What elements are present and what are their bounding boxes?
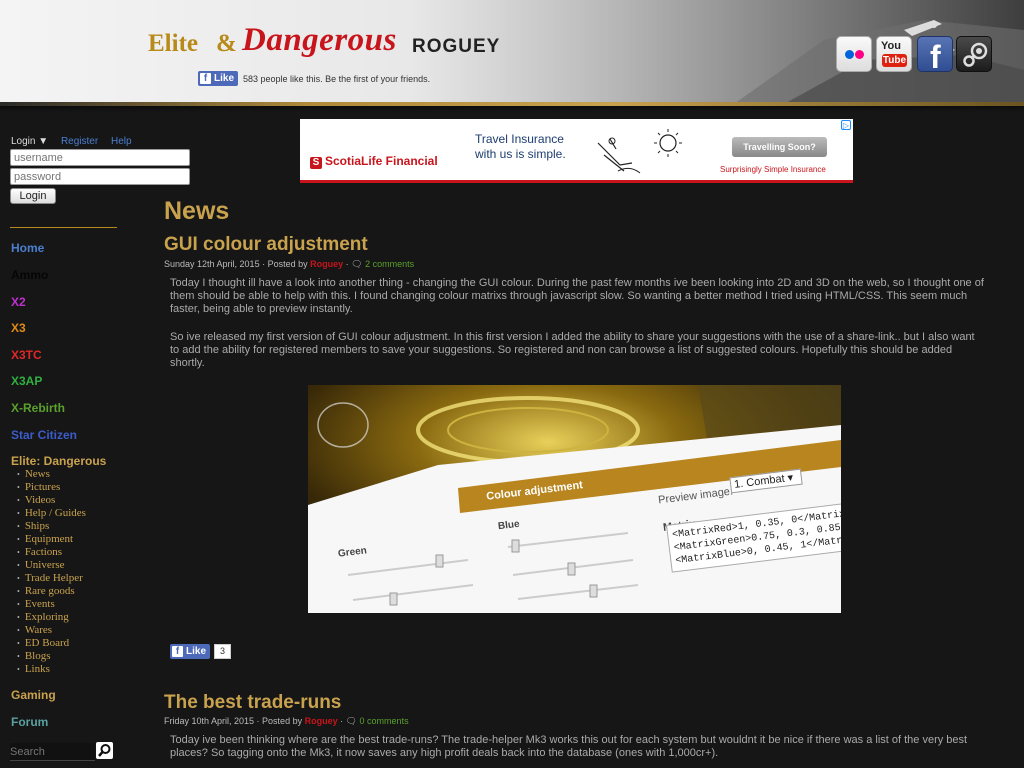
comment-icon: 🗨 <box>345 716 358 726</box>
ad-cta-button[interactable]: Travelling Soon? <box>732 137 827 157</box>
flickr-icon[interactable] <box>836 36 872 72</box>
post-title[interactable]: GUI colour adjustment <box>164 234 368 256</box>
login-dropdown[interactable]: Login ▼ <box>11 136 48 147</box>
post-paragraph: So ive released my first version of GUI … <box>170 331 975 370</box>
facebook-icon: f <box>200 73 211 84</box>
nav-item-gaming[interactable]: Gaming <box>11 688 56 702</box>
nav-item-elite-dangerous[interactable]: Elite: Dangerous <box>11 454 106 468</box>
nav-item-x-rebirth[interactable]: X-Rebirth <box>11 401 65 415</box>
post-comments-link[interactable]: 2 comments <box>365 259 414 269</box>
subnav-item-ed-board[interactable]: ED Board <box>17 637 86 650</box>
sidebar: Login ▼ Register Help Login Home Ammo X2 X3… <box>0 112 190 768</box>
youtube-icon[interactable]: You Tube <box>876 36 912 72</box>
logo-dangerous-text: Dangerous <box>242 22 397 58</box>
facebook-letter: f <box>930 39 941 75</box>
post-facebook-like: f Like 3 <box>170 644 232 659</box>
post-facebook-like-button[interactable]: f Like <box>170 644 211 659</box>
post-screenshot-image[interactable]: Colour adjustment Preview image: 1. Comb… <box>308 385 841 613</box>
page-title: News <box>164 197 230 225</box>
nav-item-x3tc[interactable]: X3TC <box>11 348 42 362</box>
nav-item-x3[interactable]: X3 <box>11 321 26 335</box>
subnav-item-links[interactable]: Links <box>17 663 86 676</box>
subnav-item-videos[interactable]: Videos <box>17 494 86 507</box>
ad-brand-logo: S ScotiaLife Financial <box>310 154 438 169</box>
subnav-item-blogs[interactable]: Blogs <box>17 650 86 663</box>
comment-icon: 🗨 <box>351 259 363 269</box>
post-paragraph: Today ive been thinking where are the be… <box>170 734 968 760</box>
nav-item-home[interactable]: Home <box>11 241 44 255</box>
nav-item-forum[interactable]: Forum <box>11 715 48 729</box>
post-date: Friday 10th April, 2015 · Posted by <box>164 716 305 726</box>
login-links: Login ▼ Register Help <box>11 136 132 147</box>
ad-banner[interactable]: S ScotiaLife Financial Travel Insurance w… <box>300 119 853 183</box>
nav-item-x3ap[interactable]: X3AP <box>11 374 42 388</box>
subnav-item-universe[interactable]: Universe <box>17 559 86 572</box>
nav-item-x2[interactable]: X2 <box>11 295 26 309</box>
facebook-like-count-text: 583 people like this. Be the first of yo… <box>243 73 431 84</box>
username-input[interactable] <box>10 149 190 166</box>
subnav-item-equipment[interactable]: Equipment <box>17 533 86 546</box>
subnav-item-trade-helper[interactable]: Trade Helper <box>17 572 86 585</box>
post-date: Sunday 12th April, 2015 · Posted by <box>164 259 311 269</box>
subnav-item-exploring[interactable]: Exploring <box>17 611 86 624</box>
post-meta: Sunday 12th April, 2015 · Posted by Rogu… <box>164 259 414 270</box>
help-link[interactable]: Help <box>111 136 132 147</box>
subnav-item-ships[interactable]: Ships <box>17 520 86 533</box>
facebook-page-icon[interactable]: f <box>917 36 953 75</box>
ad-headline-line1: Travel Insurance <box>475 132 564 146</box>
ad-brand-mark: S <box>310 157 322 169</box>
elite-dangerous-subnav: News Pictures Videos Help / Guides Ships… <box>17 468 86 676</box>
youtube-text-bottom: Tube <box>882 54 907 67</box>
sidebar-divider <box>10 227 117 228</box>
subnav-item-help-guides[interactable]: Help / Guides <box>17 507 86 520</box>
steam-icon[interactable] <box>956 36 992 72</box>
ad-headline-line2: with us is simple. <box>475 147 566 161</box>
subnav-item-events[interactable]: Events <box>17 598 86 611</box>
post-comments-link[interactable]: 0 comments <box>360 716 409 726</box>
ad-brand-name: ScotiaLife Financial <box>325 154 438 168</box>
post-paragraph: Today I thought ill have a look into ano… <box>170 277 984 316</box>
ad-beach-chair-illustration <box>597 129 682 174</box>
post-meta: Friday 10th April, 2015 · Posted by Rogu… <box>164 716 409 727</box>
facebook-like-label: Like <box>214 73 235 84</box>
ad-choices-icon[interactable]: ▷ <box>841 120 851 130</box>
post-meta-sep: · <box>337 716 346 726</box>
post-like-label: Like <box>186 646 207 657</box>
logo-elite-text: Elite <box>148 30 198 57</box>
ad-tagline: Surprisingly Simple Insurance <box>720 165 826 174</box>
nav-item-ammo[interactable]: Ammo <box>11 268 48 282</box>
logo-ampersand: & <box>216 30 237 57</box>
password-input[interactable] <box>10 168 190 185</box>
subnav-item-pictures[interactable]: Pictures <box>17 481 86 494</box>
subnav-item-wares[interactable]: Wares <box>17 624 86 637</box>
post-meta-sep: · <box>343 259 352 269</box>
post-author-link[interactable]: Roguey <box>305 716 338 726</box>
youtube-text-top: You <box>881 40 901 52</box>
post-author-link[interactable]: Roguey <box>310 259 343 269</box>
search-icon[interactable] <box>96 742 113 759</box>
facebook-like-widget: f Like 583 people like this. Be the firs… <box>198 71 430 86</box>
subnav-item-news[interactable]: News <box>17 468 86 481</box>
login-button[interactable]: Login <box>10 188 56 204</box>
nav-item-star-citizen[interactable]: Star Citizen <box>11 428 77 442</box>
register-link[interactable]: Register <box>61 136 98 147</box>
facebook-icon: f <box>172 646 183 657</box>
facebook-like-button[interactable]: f Like <box>198 71 239 86</box>
logo-roguey-text: ROGUEY <box>412 36 501 57</box>
site-header: Elite & Dangerous ROGUEY f Like 583 peop… <box>0 0 1024 104</box>
post-title[interactable]: The best trade-runs <box>164 692 341 714</box>
subnav-item-rare-goods[interactable]: Rare goods <box>17 585 86 598</box>
search-input[interactable] <box>10 743 95 761</box>
header-shadow <box>0 106 1024 112</box>
post-like-count: 3 <box>214 644 232 659</box>
subnav-item-factions[interactable]: Factions <box>17 546 86 559</box>
